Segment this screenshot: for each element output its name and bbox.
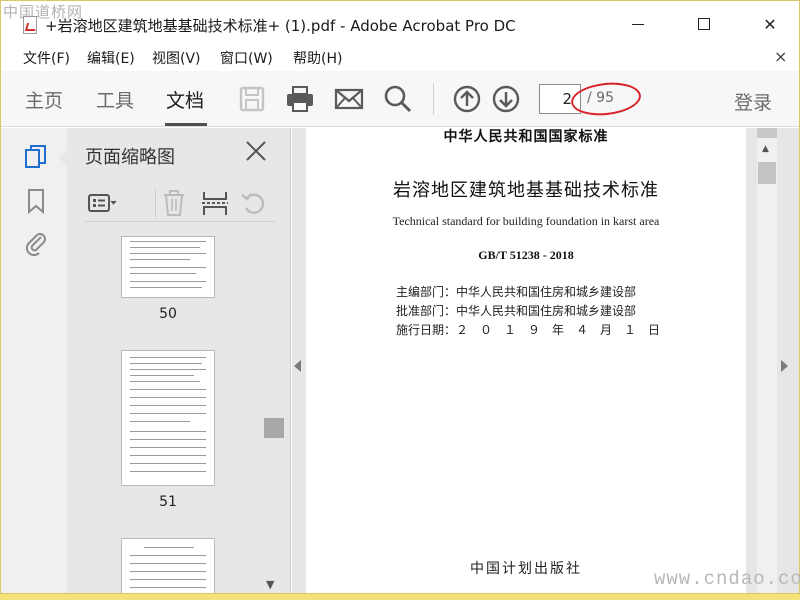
pages-icon [25,145,46,168]
site-watermark-url: www.cndao.com [654,568,800,590]
document-view: 中华人民共和国国家标准 岩溶地区建筑地基基础技术标准 Technical sta… [292,128,799,593]
scrollbar-top-cap [757,128,777,138]
title-bar: 中国道桥网 +岩溶地区建筑地基基础技术标准+ (1).pdf - Adobe A… [1,1,799,47]
delete-page-button[interactable] [159,188,189,218]
acrobat-window: 中国道桥网 +岩溶地区建筑地基基础技术标准+ (1).pdf - Adobe A… [0,0,800,594]
thumbnail-label: 51 [159,494,177,510]
doc-approval-dept: 批准部门：中华人民共和国住房和城乡建设部 [396,304,637,318]
rotate-page-button[interactable] [239,188,269,218]
menu-help[interactable]: 帮助(H) [293,48,342,68]
menu-edit[interactable]: 编辑(E) [87,48,135,68]
pdf-page: 中华人民共和国国家标准 岩溶地区建筑地基基础技术标准 Technical sta… [306,128,746,593]
previous-page-button[interactable] [451,83,483,115]
minimize-icon [632,23,644,25]
minimize-button[interactable] [615,9,661,39]
tab-tools[interactable]: 工具 [96,86,134,113]
tab-home[interactable]: 主页 [25,86,63,113]
thumbnail-label: 50 [159,306,177,322]
thumbnail-scrollbar-thumb[interactable] [264,418,284,438]
doc-header: 中华人民共和国国家标准 [443,129,609,145]
thumbnail-page-52[interactable] [121,538,215,593]
doc-editor-dept: 主编部门：中华人民共和国住房和城乡建设部 [396,285,637,299]
printer-icon [287,86,313,112]
paperclip-icon [25,233,46,257]
page-thumbnails-panel: 页面缩略图 50 51 ▼ [67,128,291,593]
save-button[interactable] [236,83,268,115]
envelope-icon [334,88,364,110]
options-button[interactable] [87,188,117,218]
maximize-button[interactable] [681,9,727,39]
insert-page-button[interactable] [200,188,230,218]
search-button[interactable] [382,83,414,115]
close-panel-button[interactable] [243,138,269,164]
thumbnail-list: 50 51 [67,236,277,593]
trash-icon [164,190,184,216]
thumbnail-page-50[interactable] [121,236,215,298]
rotate-icon [241,193,265,214]
toolbar-separator [433,83,434,115]
menu-bar: 文件(F) 编辑(E) 视图(V) 窗口(W) 帮助(H) × [1,47,799,69]
thumbnail-page-51[interactable] [121,350,215,486]
tab-document[interactable]: 文档 [166,86,204,113]
bookmark-icon [28,189,44,215]
menu-window[interactable]: 窗口(W) [220,48,273,68]
save-icon [239,86,265,112]
search-icon [384,85,412,113]
doc-effective-date: 施行日期：２ ０ １ ９ 年 ４ 月 １ 日 [396,323,661,337]
scroll-up-arrow-icon[interactable]: ▲ [762,144,769,154]
doc-subtitle: Technical standard for building foundati… [392,214,660,228]
expand-right-panel-icon[interactable] [781,360,788,372]
menu-file[interactable]: 文件(F) [23,48,70,68]
email-button[interactable] [333,83,365,115]
doc-title: 岩溶地区建筑地基基础技术标准 [393,180,659,201]
active-tab-indicator [165,123,207,126]
doc-standard-code: GB/T 51238 - 2018 [478,248,574,262]
close-window-button[interactable]: ✕ [747,9,793,39]
tools-separator [155,188,156,218]
arrow-up-circle-icon [453,85,481,113]
arrow-down-circle-icon [492,85,520,113]
close-icon [246,141,266,161]
maximize-icon [698,18,710,30]
print-button[interactable] [284,83,316,115]
panel-title: 页面缩略图 [85,147,175,168]
main-toolbar: 主页 工具 文档 / 95 登录 [1,71,799,127]
scroll-down-arrow-icon[interactable]: ▼ [266,578,274,591]
menu-view[interactable]: 视图(V) [152,48,201,68]
insert-page-icon [202,192,228,215]
bookmarks-button[interactable] [23,188,49,215]
window-title: +岩溶地区建筑地基基础技术标准+ (1).pdf - Adobe Acrobat… [45,17,516,35]
close-document-button[interactable]: × [774,47,787,66]
document-scrollbar[interactable] [757,128,777,593]
document-scrollbar-thumb[interactable] [758,162,776,184]
attachments-button[interactable] [23,230,49,257]
pdf-file-icon [23,16,37,34]
navigation-rail [1,128,67,593]
list-options-icon [88,194,117,212]
next-page-button[interactable] [490,83,522,115]
thumbnail-tools [85,186,275,222]
page-thumbnails-button[interactable] [23,144,49,170]
login-button[interactable]: 登录 [734,88,772,115]
collapse-left-panel-icon[interactable] [294,360,301,372]
